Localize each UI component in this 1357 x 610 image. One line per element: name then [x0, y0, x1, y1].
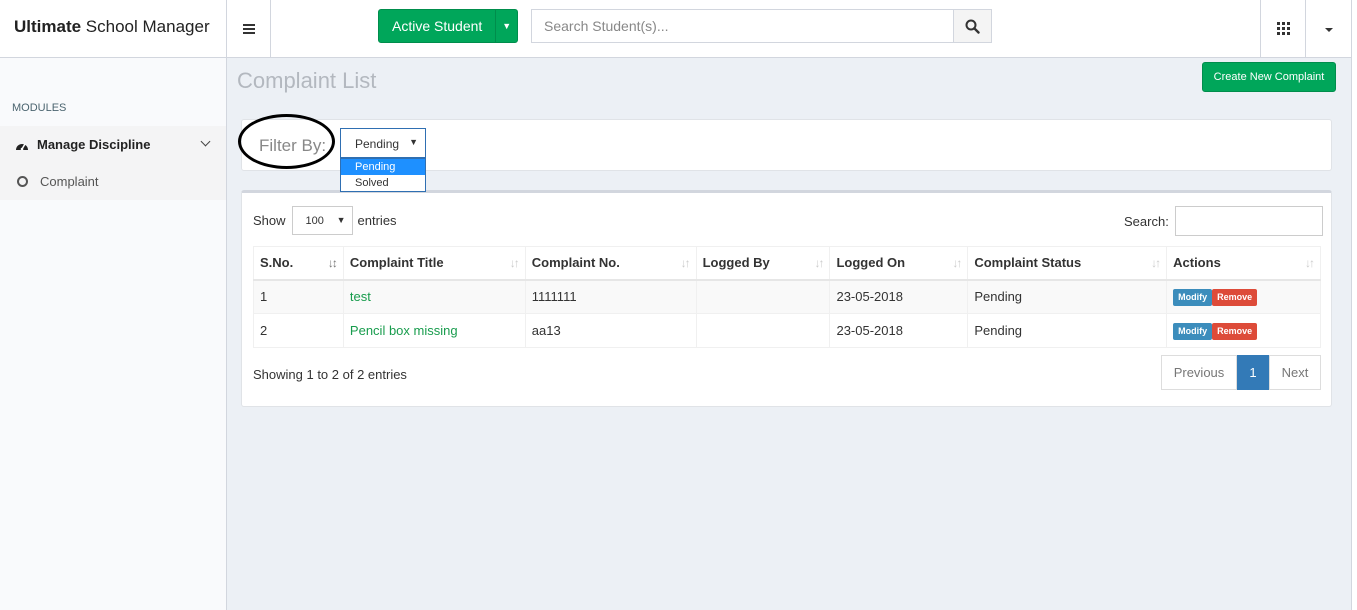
sort-icon: ↓↑	[680, 256, 691, 270]
cell-logged-by	[695, 313, 831, 348]
column-header-logged-by[interactable]: Logged By ↓↑	[695, 246, 831, 281]
complaints-table: S.No. ↓↕ Complaint Title ↓↑ Complaint No. ↓…	[253, 246, 1321, 348]
table-header-row: S.No. ↓↕ Complaint Title ↓↑ Complaint No. ↓…	[253, 246, 1321, 281]
active-student-label: Active Student	[392, 18, 483, 34]
dropdown-arrow-icon: ▼	[409, 137, 418, 147]
chevron-down-icon	[200, 136, 211, 147]
next-page-button[interactable]: Next	[1269, 355, 1321, 390]
complaint-title-link[interactable]: test	[350, 289, 371, 304]
table-search-input[interactable]	[1174, 206, 1323, 236]
page-length-control: Show 100 ▼ entries	[253, 206, 397, 235]
filter-selected-value: Pending	[355, 137, 400, 151]
remove-button[interactable]: Remove	[1212, 322, 1258, 340]
top-header: Ultimate School Manager Active Student ▼	[0, 0, 1357, 58]
apps-grid-button[interactable]	[1260, 0, 1306, 57]
app-logo[interactable]: Ultimate School Manager	[0, 0, 227, 57]
page-1-button[interactable]: 1	[1237, 355, 1269, 390]
entries-label: entries	[357, 213, 397, 228]
sidebar-item-manage-discipline[interactable]: Manage Discipline	[0, 126, 226, 163]
sidebar-item-label: Manage Discipline	[37, 137, 151, 152]
cell-logged-on: 23-05-2018	[829, 279, 969, 314]
sort-asc-icon: ↓↕	[327, 256, 338, 270]
column-header-title[interactable]: Complaint Title ↓↑	[342, 246, 526, 281]
sort-icon: ↓↑	[952, 256, 962, 270]
active-student-dropdown-toggle[interactable]: ▼	[495, 10, 517, 42]
table-row: 2 Pencil box missing aa13 23-05-2018 Pen…	[253, 313, 1321, 348]
cell-sno: 2	[253, 313, 344, 348]
page-title: Complaint List	[237, 68, 377, 93]
filter-dropdown-list: Pending Solved	[340, 158, 426, 192]
modify-button[interactable]: Modify	[1173, 288, 1213, 306]
filter-option-pending[interactable]: Pending	[341, 159, 425, 175]
window-edge	[1351, 0, 1357, 610]
column-header-sno[interactable]: S.No. ↓↕	[253, 246, 344, 281]
complaints-table-panel: Show 100 ▼ entries Search: S.No. ↓↕ Compl…	[241, 190, 1332, 407]
sidebar-subitem-label: Complaint	[40, 174, 99, 189]
column-header-logged-on[interactable]: Logged On ↓↑	[829, 246, 969, 281]
cell-actions: Modify Remove	[1166, 279, 1321, 314]
search-icon	[965, 19, 980, 34]
caret-down-icon	[1324, 28, 1333, 32]
column-header-actions[interactable]: Actions ↓↑	[1166, 246, 1321, 281]
cell-logged-on: 23-05-2018	[829, 313, 969, 348]
cell-number: 1111111	[524, 279, 697, 314]
page-length-select[interactable]: 100 ▼	[291, 206, 353, 235]
circle-icon	[17, 176, 28, 187]
column-header-status[interactable]: Complaint Status ↓↑	[967, 246, 1168, 281]
filter-option-solved[interactable]: Solved	[341, 175, 425, 191]
filter-label: Filter By:	[259, 136, 327, 155]
remove-button[interactable]: Remove	[1212, 288, 1258, 306]
page-length-value: 100	[305, 215, 324, 227]
cell-status: Pending	[967, 279, 1168, 314]
sort-icon: ↓↑	[1151, 256, 1161, 270]
cell-sno: 1	[253, 279, 344, 314]
menu-toggle-button[interactable]	[227, 0, 271, 57]
active-student-button[interactable]: Active Student ▼	[378, 9, 518, 43]
sidebar: MODULES Manage Discipline Complaint	[0, 58, 227, 610]
previous-page-button[interactable]: Previous	[1161, 355, 1237, 390]
cell-actions: Modify Remove	[1166, 313, 1321, 348]
menu-icon	[242, 23, 255, 34]
pagination: Previous 1 Next	[1161, 355, 1321, 390]
cell-number: aa13	[524, 313, 697, 348]
cell-status: Pending	[967, 313, 1168, 348]
student-search	[531, 9, 992, 43]
table-info: Showing 1 to 2 of 2 entries	[253, 367, 407, 382]
search-button[interactable]	[953, 9, 992, 43]
table-row: 1 test 1111111 23-05-2018 Pending Modify…	[253, 279, 1321, 314]
filter-status-select[interactable]: Pending ▼	[340, 128, 426, 158]
cell-logged-by	[695, 279, 831, 314]
create-new-complaint-button[interactable]: Create New Complaint	[1202, 62, 1336, 92]
sort-icon: ↓↑	[509, 256, 520, 270]
user-menu-toggle[interactable]	[1306, 0, 1351, 57]
dashboard-icon	[16, 143, 28, 150]
dropdown-arrow-icon: ▼	[336, 215, 346, 225]
sidebar-section-header: MODULES	[12, 102, 67, 114]
table-search-label: Search:	[1124, 213, 1169, 229]
sort-icon: ↓↑	[1305, 256, 1315, 270]
filter-panel: Filter By: Pending ▼ Pending Solved	[238, 114, 1332, 192]
table-search: Search:	[1124, 206, 1323, 236]
apps-grid-icon	[1276, 22, 1290, 35]
complaint-title-link[interactable]: Pencil box missing	[350, 323, 458, 338]
modify-button[interactable]: Modify	[1173, 322, 1213, 340]
show-label: Show	[253, 213, 286, 228]
student-search-input[interactable]	[531, 9, 953, 43]
sidebar-item-complaint[interactable]: Complaint	[0, 163, 226, 200]
column-header-number[interactable]: Complaint No. ↓↑	[524, 246, 697, 281]
sort-icon: ↓↑	[814, 256, 824, 270]
